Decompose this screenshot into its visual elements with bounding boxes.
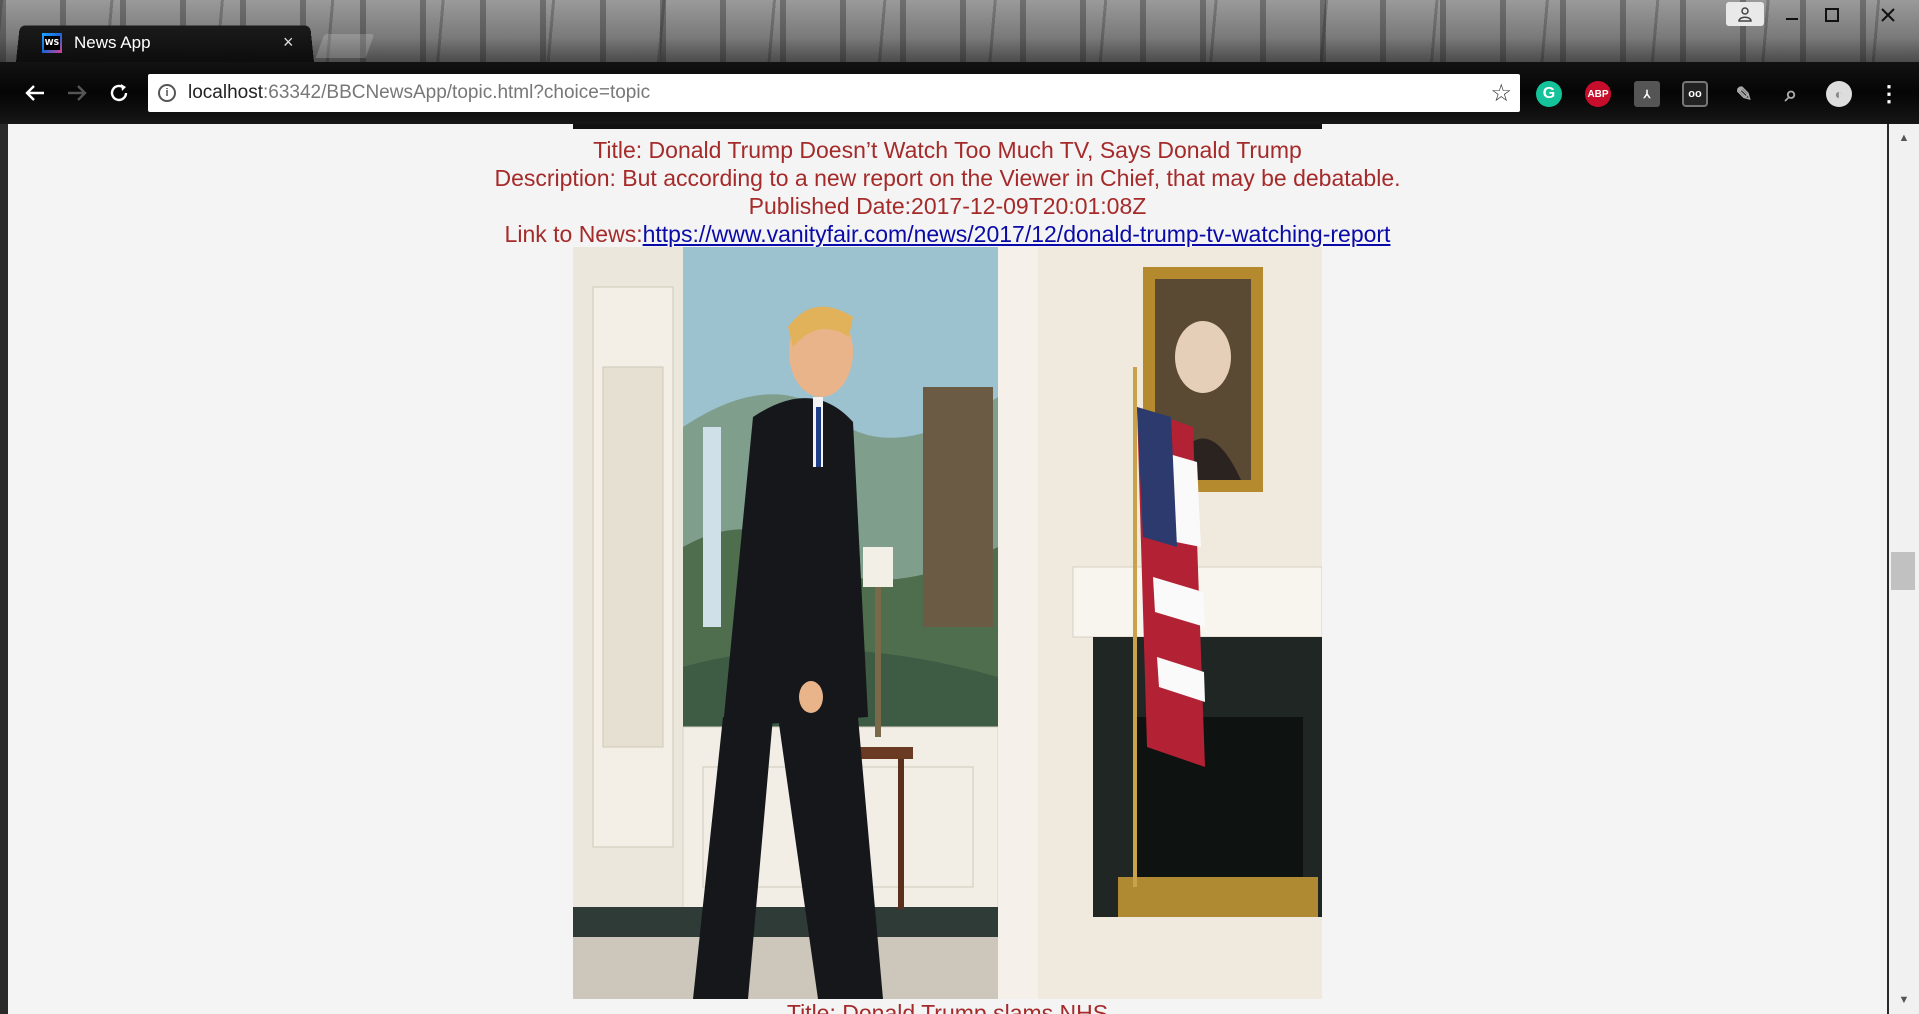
scrollbar-thumb[interactable]	[1891, 552, 1915, 590]
scroll-up-arrow-icon[interactable]: ▲	[1889, 128, 1919, 148]
back-button[interactable]	[18, 76, 52, 110]
maximize-button[interactable]	[1812, 2, 1852, 28]
url-text: localhost:63342/BBCNewsApp/topic.html?ch…	[188, 82, 651, 103]
pdf-icon[interactable]: ⅄	[1634, 81, 1660, 107]
article-link[interactable]: https://www.vanityfair.com/news/2017/12/…	[643, 221, 1391, 247]
minimize-button[interactable]	[1772, 2, 1812, 28]
menu-icon[interactable]: ⋮	[1876, 81, 1902, 107]
article-description: Description: But according to a new repo…	[494, 165, 1401, 191]
search-icon[interactable]: ⌕	[1778, 81, 1804, 107]
news-article: Title: Donald Trump Doesn’t Watch Too Mu…	[8, 136, 1887, 248]
next-article-title: Title: Donald Trump slams NHS	[786, 1000, 1109, 1014]
address-bar[interactable]: i localhost:63342/BBCNewsApp/topic.html?…	[148, 74, 1520, 112]
article-published-date: Published Date:2017-12-09T20:01:08Z	[748, 193, 1147, 219]
maximize-icon	[1825, 8, 1839, 22]
window-titlebar: News App ×	[0, 0, 1919, 62]
article-title: Title: Donald Trump Doesn’t Watch Too Mu…	[593, 137, 1302, 163]
forward-button[interactable]	[60, 76, 94, 110]
tab-title: News App	[74, 33, 151, 52]
article-image	[573, 247, 1322, 999]
info-icon[interactable]: i	[158, 84, 176, 102]
tab-close-icon[interactable]: ×	[283, 32, 294, 53]
pen-icon[interactable]: ✎	[1731, 81, 1757, 107]
profile-button[interactable]	[1726, 2, 1764, 26]
glasses-icon[interactable]: oo	[1682, 81, 1708, 107]
arrow-right-icon	[68, 85, 87, 101]
new-tab-button[interactable]	[315, 34, 375, 58]
previous-image-bottom-edge	[573, 124, 1322, 129]
browser-tab-content[interactable]: News App	[42, 28, 302, 58]
grammarly-icon[interactable]: G	[1536, 81, 1562, 107]
link-label: Link to News:	[504, 221, 643, 247]
article-photo-illustration	[573, 247, 1322, 999]
scroll-down-arrow-icon[interactable]: ▼	[1889, 990, 1919, 1010]
circle-extension-icon[interactable]: ◐	[1826, 81, 1852, 107]
arrow-left-icon	[25, 85, 44, 101]
minimize-icon	[1786, 18, 1798, 20]
close-icon	[1881, 8, 1895, 22]
webstorm-icon	[42, 33, 62, 53]
article-link-row: Link to News:https://www.vanityfair.com/…	[8, 220, 1887, 248]
person-icon	[1738, 7, 1752, 22]
reload-icon	[110, 84, 128, 102]
window-frame-left	[0, 124, 8, 1014]
browser-toolbar: i localhost:63342/BBCNewsApp/topic.html?…	[0, 62, 1919, 124]
close-window-button[interactable]	[1860, 2, 1916, 28]
page-viewport: Title: Donald Trump Doesn’t Watch Too Mu…	[8, 124, 1887, 1014]
page-scrollbar[interactable]: ▲ ▼	[1889, 124, 1919, 1014]
reload-button[interactable]	[102, 76, 136, 110]
adblock-icon[interactable]: ABP	[1585, 81, 1611, 107]
bookmark-star-icon[interactable]: ☆	[1490, 79, 1512, 108]
